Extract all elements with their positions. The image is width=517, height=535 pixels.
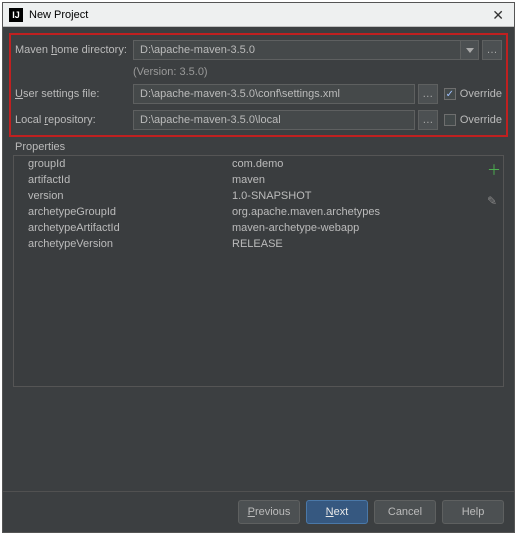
maven-version-text: (Version: 3.5.0) [133, 66, 208, 78]
property-key: archetypeGroupId [22, 206, 232, 218]
property-value: RELEASE [232, 238, 495, 250]
maven-home-dropdown-button[interactable] [461, 40, 479, 60]
caret-down-icon [466, 48, 474, 53]
dialog-footer: Previous Next Cancel Help [3, 491, 514, 532]
highlighted-settings-area: Maven home directory: D:\apache-maven-3.… [9, 33, 508, 137]
property-key: groupId [22, 158, 232, 170]
property-key: archetypeArtifactId [22, 222, 232, 234]
local-repo-field[interactable]: D:\apache-maven-3.5.0\local [133, 110, 415, 130]
property-key: archetypeVersion [22, 238, 232, 250]
properties-table: groupIdcom.demoartifactIdmavenversion1.0… [13, 155, 504, 387]
property-value: com.demo [232, 158, 495, 170]
user-settings-field[interactable]: D:\apache-maven-3.5.0\conf\settings.xml [133, 84, 415, 104]
cancel-button[interactable]: Cancel [374, 500, 436, 524]
table-row[interactable]: artifactIdmaven [14, 172, 503, 188]
user-settings-override-checkbox[interactable]: ✓ Override [444, 88, 502, 100]
table-row[interactable]: groupIdcom.demo [14, 156, 503, 172]
property-value: maven-archetype-webapp [232, 222, 495, 234]
new-project-dialog: IJ New Project ✕ Maven home directory: D… [2, 2, 515, 533]
maven-home-browse-button[interactable]: … [482, 40, 502, 60]
maven-home-field[interactable]: D:\apache-maven-3.5.0 [133, 40, 461, 60]
property-value: 1.0-SNAPSHOT [232, 190, 495, 202]
table-row[interactable]: archetypeGroupIdorg.apache.maven.archety… [14, 204, 503, 220]
checkbox-icon [444, 114, 456, 126]
previous-button[interactable]: Previous [238, 500, 300, 524]
user-settings-browse-button[interactable]: … [418, 84, 438, 104]
add-property-button[interactable]: ＋ [487, 160, 501, 180]
property-key: artifactId [22, 174, 232, 186]
checkbox-icon: ✓ [444, 88, 456, 100]
local-repo-browse-button[interactable]: … [418, 110, 438, 130]
table-row[interactable]: archetypeVersionRELEASE [14, 236, 503, 252]
help-button[interactable]: Help [442, 500, 504, 524]
table-row[interactable]: archetypeArtifactIdmaven-archetype-webap… [14, 220, 503, 236]
property-key: version [22, 190, 232, 202]
window-title: New Project [29, 9, 488, 21]
property-value: maven [232, 174, 495, 186]
close-icon[interactable]: ✕ [488, 8, 508, 22]
local-repo-label: Local repository: [15, 114, 133, 126]
next-button[interactable]: Next [306, 500, 368, 524]
table-row[interactable]: version1.0-SNAPSHOT [14, 188, 503, 204]
maven-home-label: Maven home directory: [15, 44, 133, 56]
property-value: org.apache.maven.archetypes [232, 206, 495, 218]
titlebar: IJ New Project ✕ [3, 3, 514, 27]
user-settings-label: User settings file: [15, 88, 133, 100]
local-repo-override-checkbox[interactable]: Override [444, 114, 502, 126]
edit-property-button[interactable]: ✎ [487, 194, 501, 208]
app-icon: IJ [9, 8, 23, 22]
properties-title: Properties [15, 141, 504, 153]
